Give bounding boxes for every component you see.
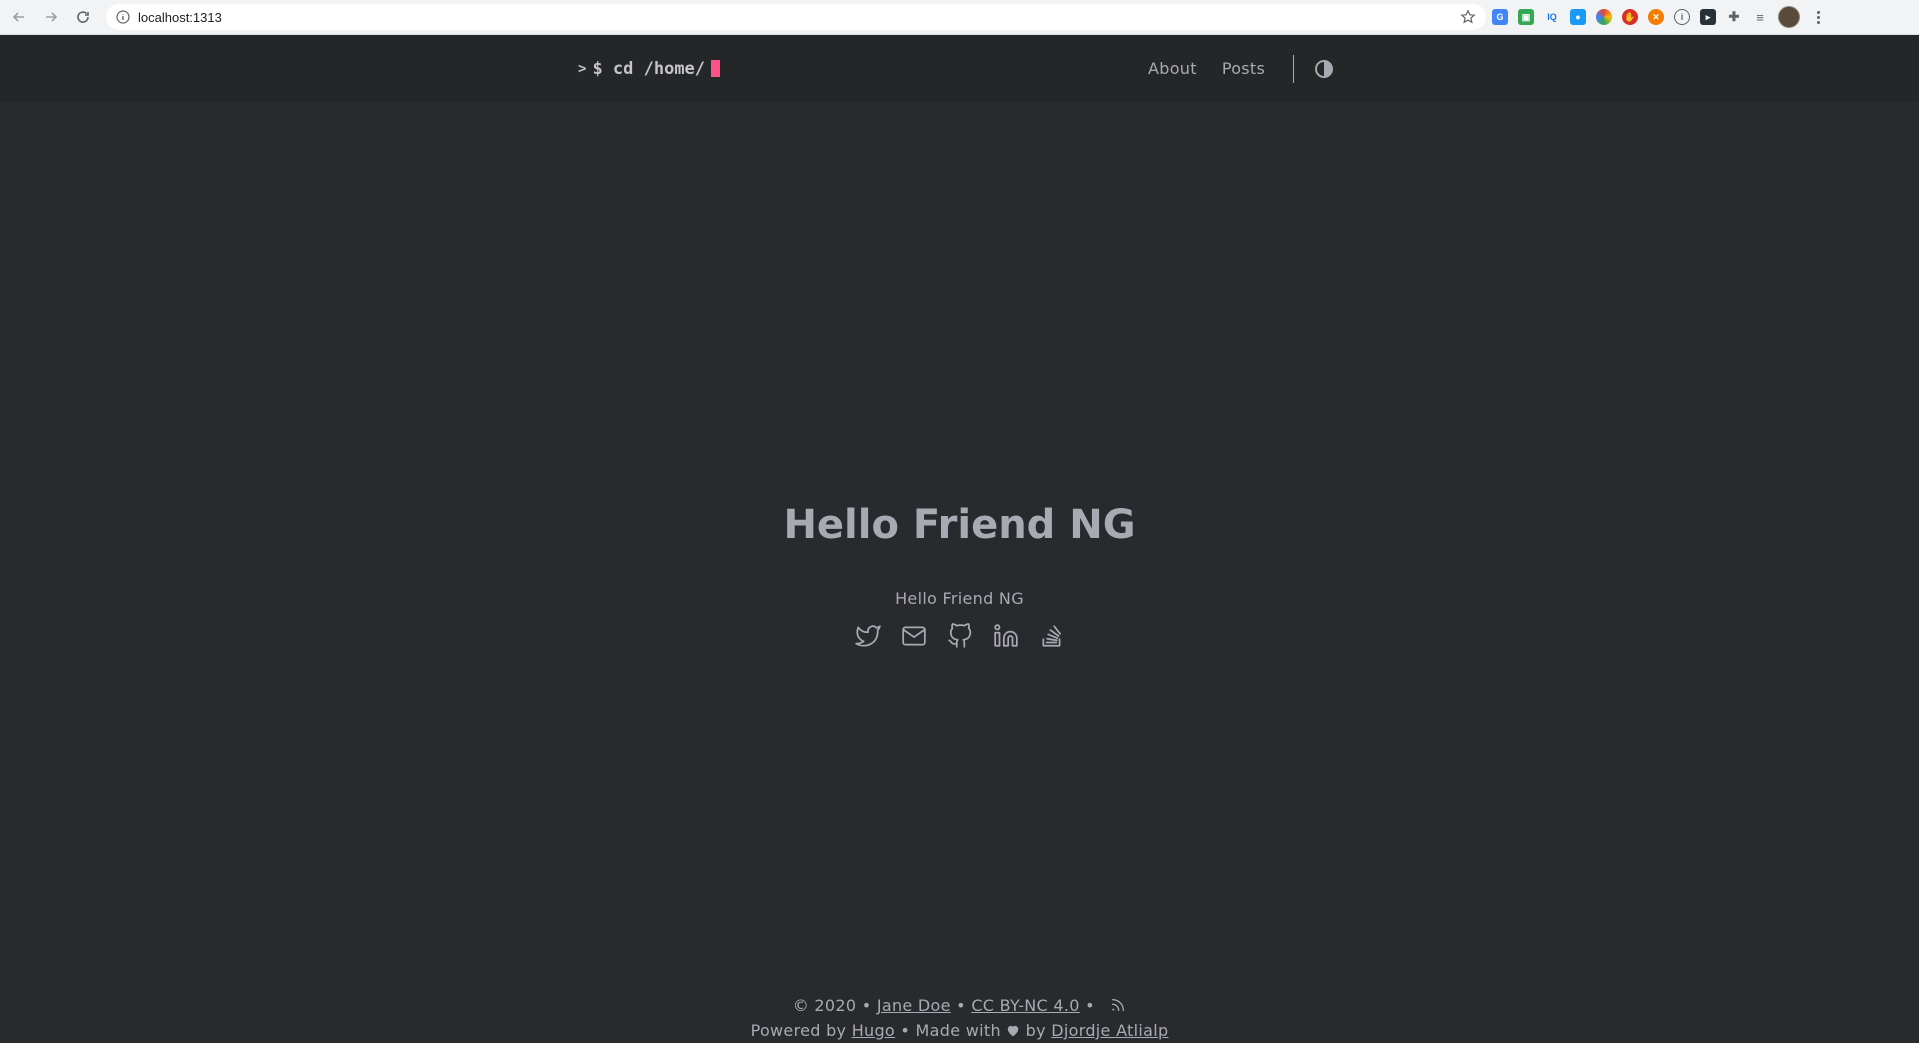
main-content: Hello Friend NG Hello Friend NG © 2020 •… [0,102,1919,1040]
by-text: by [1025,1021,1046,1040]
page-subtitle: Hello Friend NG [895,589,1024,608]
github-icon [947,623,971,648]
github-link[interactable] [947,623,973,649]
playlist-icon[interactable]: ≡ [1752,9,1768,25]
profile-avatar[interactable] [1778,6,1800,28]
hugo-link[interactable]: Hugo [852,1021,895,1040]
linkedin-icon [993,624,1018,647]
site-footer: © 2020 • Jane Doe • CC BY-NC 4.0 • Power… [0,993,1919,1043]
back-button[interactable] [6,4,32,30]
image-ext-icon[interactable]: ▣ [1518,9,1534,25]
rss-link[interactable] [1100,996,1126,1015]
footer-copyright-line: © 2020 • Jane Doe • CC BY-NC 4.0 • [0,993,1919,1018]
site-header: > $ cd /home/ About Posts [0,35,1919,102]
translate-icon[interactable]: G [1492,9,1508,25]
main-menu: About Posts [1148,35,1334,102]
info-icon[interactable] [116,10,130,24]
rss-icon [1112,999,1125,1011]
browser-menu-icon[interactable] [1810,9,1826,25]
theme-toggle-icon[interactable] [1314,59,1334,79]
menu-item-about[interactable]: About [1148,59,1197,78]
page-title: Hello Friend NG [783,502,1136,548]
logo-cursor [711,60,721,77]
footer-bullet: • [956,996,966,1015]
twitter-link[interactable] [854,623,881,649]
heart-icon [1008,1025,1019,1037]
menu-separator [1293,54,1295,83]
color-ext-icon[interactable] [1596,9,1612,25]
email-link[interactable] [901,623,927,649]
email-icon [901,626,926,646]
menu-item-posts[interactable]: Posts [1222,59,1265,78]
terminal-ext-icon[interactable]: ▸ [1700,9,1716,25]
shield-ext-icon[interactable]: ✋ [1622,9,1638,25]
author-link[interactable]: Jane Doe [877,996,951,1015]
extensions-bar: G ▣ IQ ● ✋ ✕ i ▸ ✚ ≡ [1492,6,1826,28]
social-icons [0,623,1919,649]
made-with-text: • Made with [900,1021,1001,1040]
bookmark-star-icon[interactable] [1460,9,1476,25]
arrow-right-icon [46,12,58,22]
license-link[interactable]: CC BY-NC 4.0 [971,996,1079,1015]
url-text[interactable]: localhost:1313 [138,10,1460,25]
reload-button[interactable] [70,4,96,30]
arrow-left-icon [12,12,24,22]
logo-prompt: > [578,60,587,77]
stackoverflow-link[interactable] [1039,623,1065,649]
footer-bullet: • [1085,996,1095,1015]
reload-icon [77,11,89,23]
theme-author-link[interactable]: Djordje Atlialp [1051,1021,1168,1040]
browser-toolbar: localhost:1313 G ▣ IQ ● ✋ ✕ i ▸ ✚ ≡ [0,0,1919,35]
stackoverflow-icon [1041,625,1061,647]
orange-ext-icon[interactable]: ✕ [1648,9,1664,25]
puzzle-icon[interactable]: ✚ [1726,9,1742,25]
site-logo[interactable]: > $ cd /home/ [578,35,721,102]
circle-ext-icon[interactable]: i [1674,9,1690,25]
twitter-icon [854,625,881,647]
logo-text: $ cd /home/ [592,58,706,79]
powered-by-text: Powered by [750,1021,847,1040]
copyright-text: © 2020 • [792,996,872,1015]
drop-ext-icon[interactable]: ● [1570,9,1586,25]
linkedin-link[interactable] [993,623,1019,649]
forward-button[interactable] [38,4,64,30]
iq-ext-icon[interactable]: IQ [1544,9,1560,25]
address-bar[interactable]: localhost:1313 [106,4,1486,30]
footer-powered-line: Powered by Hugo • Made with by Djordje A… [0,1018,1919,1043]
